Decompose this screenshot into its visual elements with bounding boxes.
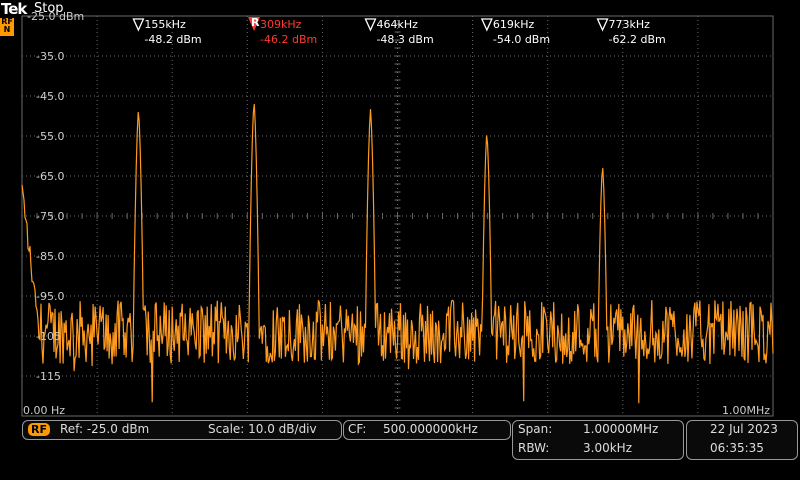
rf-channel-indicator-text: RF N — [1, 17, 13, 34]
marker-level: -62.2 dBm — [609, 33, 666, 46]
y-tick-label: -45.0 — [36, 90, 64, 103]
vertical-scale: Scale: 10.0 dB/div — [208, 422, 317, 436]
rbw-label: RBW: — [518, 441, 550, 455]
marker-frequency: 155kHz — [144, 18, 186, 31]
rf-channel-indicator: RF N — [0, 18, 14, 36]
y-tick-label: -115 — [36, 370, 61, 383]
reference-level: Ref: -25.0 dBm — [60, 422, 150, 436]
rf-badge: RF — [28, 423, 50, 436]
reference-marker-symbol: R — [251, 16, 260, 29]
time-display: 06:35:35 — [710, 441, 764, 455]
x-stop-label: 1.00MHz — [722, 404, 770, 417]
y-tick-label: -55.0 — [36, 130, 64, 143]
y-tick-label: -65.0 — [36, 170, 64, 183]
delta-marker-icon[interactable] — [364, 18, 377, 32]
delta-marker-icon[interactable] — [596, 18, 609, 32]
marker-readouts: 155kHz -48.2 dBm R 309kHz -46.2 dBm 464kHz -48… — [132, 16, 666, 46]
y-tick-label: -105 — [36, 330, 61, 343]
span-value: 1.00000MHz — [583, 422, 659, 436]
cf-value: 500.000000kHz — [383, 422, 478, 436]
span-label: Span: — [518, 422, 553, 436]
marker-level: -48.2 dBm — [144, 33, 201, 46]
marker-frequency: 309kHz — [260, 18, 302, 31]
oscilloscope-spectrum-screen: 155kHz -48.2 dBm R 309kHz -46.2 dBm 464kHz -48… — [0, 0, 800, 480]
delta-marker-icon[interactable] — [480, 18, 493, 32]
spectrum-plot: 155kHz -48.2 dBm R 309kHz -46.2 dBm 464kHz -48… — [21, 10, 774, 417]
marker-level: -46.2 dBm — [260, 33, 317, 46]
tek-logo: Tek — [1, 0, 27, 18]
marker-level: -48.3 dBm — [376, 33, 433, 46]
marker-level: -54.0 dBm — [493, 33, 550, 46]
marker-frequency: 773kHz — [609, 18, 651, 31]
y-tick-label: -95.0 — [36, 290, 64, 303]
x-start-label: 0.00 Hz — [23, 404, 65, 417]
rbw-value: 3.00kHz — [583, 441, 632, 455]
acquisition-status[interactable]: Stop — [34, 1, 64, 16]
date-display: 22 Jul 2023 — [710, 422, 778, 436]
y-tick-label: -35.0 — [36, 50, 64, 63]
y-tick-label: -75.0 — [36, 210, 64, 223]
cf-label: CF: — [348, 422, 367, 436]
y-tick-label: -85.0 — [36, 250, 64, 263]
delta-marker-icon[interactable] — [132, 18, 145, 32]
marker-frequency: 464kHz — [376, 18, 418, 31]
marker-frequency: 619kHz — [493, 18, 535, 31]
